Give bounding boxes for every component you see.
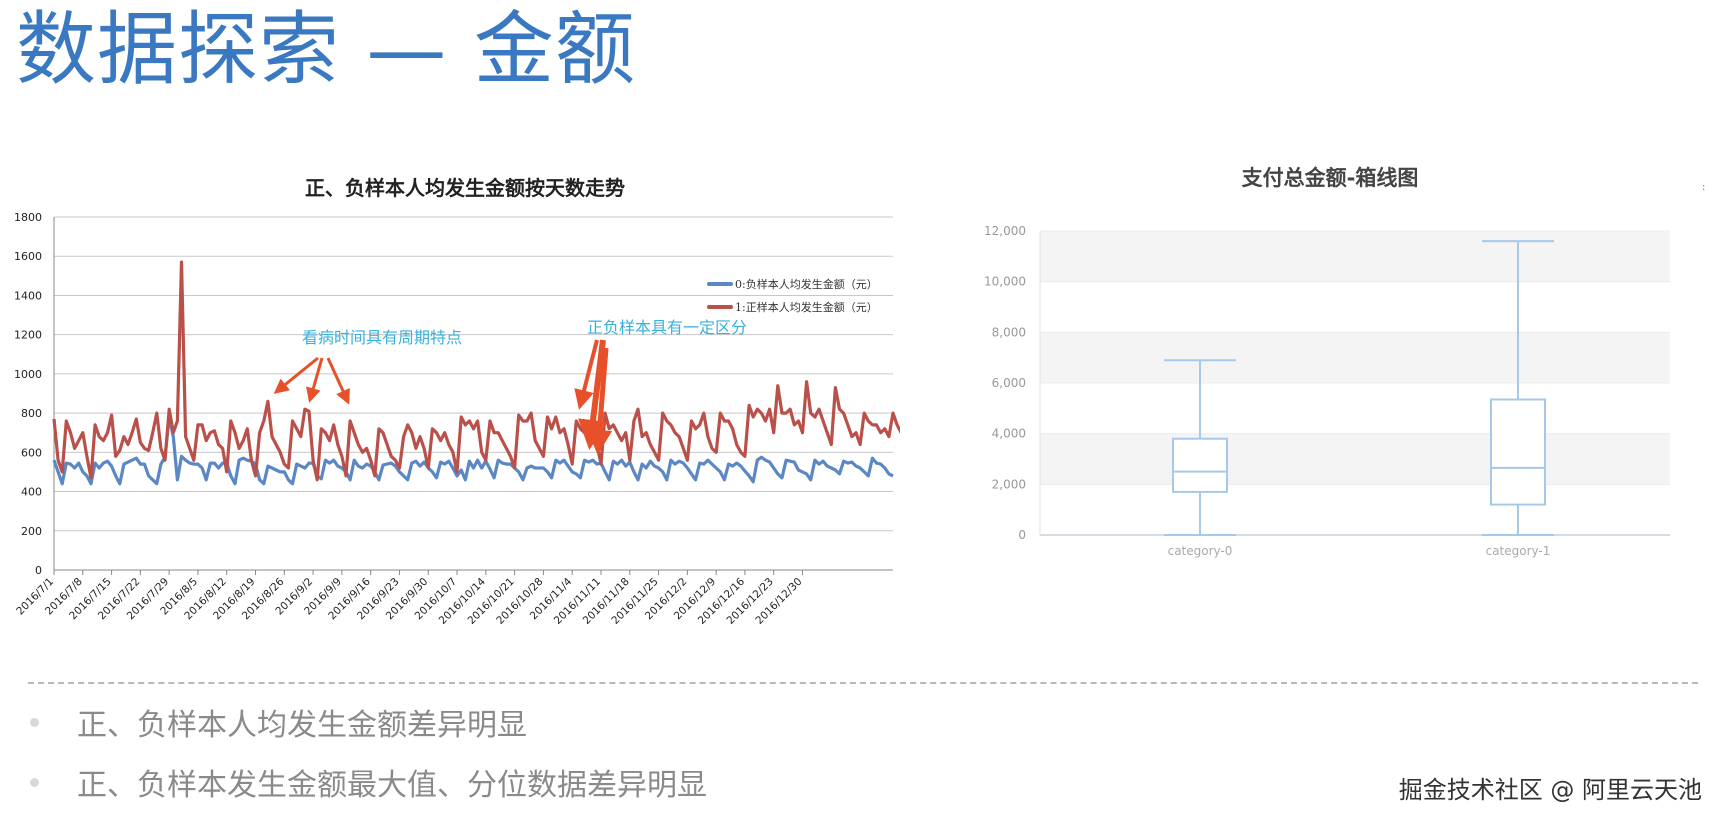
box-iqr — [1172, 437, 1228, 493]
grid-band — [1040, 332, 1670, 383]
bullet-dot — [30, 717, 39, 727]
y-tick-label: 1600 — [14, 250, 42, 263]
y-tick-label: 12,000 — [984, 224, 1026, 238]
watermark: 掘金技术社区 @ 阿里云天池 — [1398, 776, 1702, 804]
y-tick-label: 200 — [21, 525, 42, 538]
legend-swatch-negative — [707, 281, 733, 286]
bullet-item: 正、负样本发生金额最大值、分位数据差异明显 — [30, 760, 707, 804]
bullet-dot — [30, 777, 39, 787]
y-tick-label: 0 — [35, 564, 42, 577]
box-chart: 0 2,000 4,000 6,000 8,000 10,000 12,000 categor… — [984, 224, 1670, 558]
legend-label-positive: 1:正样本人均发生金额（元） — [735, 300, 878, 314]
y-tick-label: 6,000 — [992, 376, 1026, 390]
x-tick-label: category-0 — [1168, 544, 1233, 558]
annotation-arrow — [273, 356, 319, 394]
line-chart-title: 正、负样本人均发生金额按天数走势 — [305, 176, 625, 200]
box-chart-title: 支付总金额-箱线图 — [1241, 166, 1419, 190]
bullet-text: 正、负样本人均发生金额差异明显 — [77, 708, 527, 743]
legend-item-negative: 0:负样本人均发生金额（元） — [707, 272, 878, 295]
y-tick-label: 1400 — [14, 289, 42, 302]
y-tick-label: 800 — [21, 407, 42, 420]
y-tick-label: 1800 — [14, 211, 42, 224]
y-tick-label: 8,000 — [992, 325, 1026, 339]
annotation-distinction: 正负样本具有一定区分 — [587, 318, 748, 337]
y-tick-label: 1000 — [14, 368, 42, 381]
y-tick-label: 600 — [21, 446, 42, 459]
bullet-item: 正、负样本人均发生金额差异明显 — [30, 700, 527, 744]
x-tick-label: category-1 — [1486, 544, 1551, 558]
y-tick-label: 2,000 — [992, 477, 1026, 491]
line-chart-legend: 0:负样本人均发生金额（元） 1:正样本人均发生金额（元） — [707, 272, 878, 318]
corner-mark: : — [1702, 182, 1706, 193]
grid-band — [1040, 433, 1670, 485]
annotation-arrow — [326, 357, 350, 405]
y-tick-label: 10,000 — [984, 275, 1026, 289]
divider — [28, 682, 1698, 684]
legend-swatch-positive — [707, 304, 733, 309]
y-tick-label: 0 — [1018, 528, 1026, 542]
annotation-periodic: 看病时间具有周期特点 — [302, 328, 463, 347]
grid-band — [1040, 231, 1670, 282]
y-tick-label: 400 — [21, 486, 42, 499]
page-title: 数据探索 — 金额 — [16, 3, 636, 96]
line-chart: 0200400600800100012001400160018002016/7/… — [14, 211, 900, 627]
box-iqr — [1490, 398, 1546, 506]
y-tick-label: 1200 — [14, 329, 42, 342]
y-tick-label: 4,000 — [992, 427, 1026, 441]
bullet-text: 正、负样本发生金额最大值、分位数据差异明显 — [77, 768, 707, 803]
legend-label-negative: 0:负样本人均发生金额（元） — [735, 277, 878, 291]
